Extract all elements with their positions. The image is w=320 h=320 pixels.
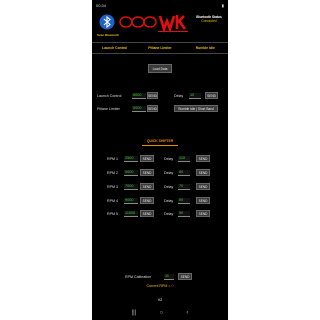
delay-input[interactable]: 70 bbox=[178, 184, 190, 190]
android-nav-bar: ||| ○ ‹ bbox=[92, 306, 228, 320]
rpm-send-button[interactable]: SEND bbox=[140, 210, 154, 217]
version-label: V2 bbox=[157, 298, 163, 302]
delay-send-button[interactable]: SEND bbox=[196, 197, 210, 204]
delay-label: Delay bbox=[164, 185, 174, 189]
rpm-label: RPM 3 bbox=[107, 185, 118, 189]
rpm-send-button[interactable]: SEND bbox=[140, 169, 154, 176]
delay-send-button[interactable]: SEND bbox=[196, 210, 210, 217]
rpm-calibration-send-button[interactable]: SEND bbox=[178, 273, 192, 280]
rpm-input[interactable]: 2500 bbox=[124, 156, 138, 162]
rpm-calibration-input[interactable]: 11 bbox=[164, 274, 174, 280]
delay-send-button[interactable]: SEND bbox=[196, 155, 210, 162]
delay-label: Delay bbox=[164, 157, 174, 161]
delay-input[interactable]: 110 bbox=[178, 156, 190, 162]
rpm-send-button[interactable]: SEND bbox=[140, 183, 154, 190]
rpm-label: RPM 1 bbox=[107, 157, 118, 161]
current-rpm: Current RPM = 0 bbox=[92, 284, 228, 288]
delay-send-button[interactable]: SEND bbox=[196, 183, 210, 190]
delay-label: Delay bbox=[164, 171, 174, 175]
home-icon[interactable]: ○ bbox=[160, 310, 164, 316]
launch-delay-input[interactable]: 10 bbox=[189, 93, 201, 99]
tab-launch-control[interactable]: Launch Control bbox=[92, 43, 137, 53]
quick-shifter-title: QUICK SHIFTER bbox=[146, 139, 174, 143]
load-data-button[interactable]: Load Data bbox=[148, 64, 172, 73]
logo-icon bbox=[119, 15, 188, 34]
bluetooth-icon bbox=[99, 14, 115, 30]
pitlane-send-button[interactable]: SEND bbox=[147, 105, 158, 112]
section-divider bbox=[142, 145, 178, 146]
tab-pitlane-limiter[interactable]: Pitlane Limiter bbox=[137, 43, 182, 53]
current-rpm-value: 0 bbox=[171, 284, 174, 288]
battery-icon: ▮ bbox=[221, 3, 224, 8]
rpm-input[interactable]: 11000 bbox=[124, 211, 138, 217]
status-time: 00:34 bbox=[96, 3, 107, 8]
current-rpm-label: Current RPM = bbox=[146, 284, 171, 288]
rpm-input[interactable]: 5000 bbox=[124, 170, 138, 176]
rpm-label: RPM 2 bbox=[107, 171, 118, 175]
tab-rumble-idle[interactable]: Rumble Idle bbox=[183, 43, 228, 53]
bt-status-value: Connected bbox=[201, 19, 217, 23]
pitlane-limiter-label: Pitlane Limiter bbox=[97, 107, 120, 111]
rpm-input[interactable]: 9000 bbox=[124, 198, 138, 204]
tab-bar: Launch Control Pitlane Limiter Rumble Id… bbox=[92, 42, 228, 54]
app-header: Scan Bluetooth Bluetooth Status Connecte… bbox=[92, 11, 228, 39]
rumble-idle-button[interactable]: Rumble Idle | Short Band bbox=[174, 105, 218, 112]
delay-input[interactable]: 80 bbox=[178, 170, 190, 176]
back-icon[interactable]: ‹ bbox=[186, 310, 188, 316]
status-bar: 00:34 ▮ bbox=[92, 0, 228, 11]
delay-send-button[interactable]: SEND bbox=[196, 169, 210, 176]
launch-delay-label: Delay bbox=[174, 94, 184, 98]
bluetooth-button[interactable] bbox=[96, 13, 118, 31]
rpm-send-button[interactable]: SEND bbox=[140, 155, 154, 162]
bluetooth-status: Bluetooth Status Connected bbox=[192, 15, 226, 23]
rpm-send-button[interactable]: SEND bbox=[140, 197, 154, 204]
launch-delay-send-button[interactable]: SEND bbox=[205, 92, 218, 99]
pitlane-limiter-input[interactable]: 5000 bbox=[132, 106, 146, 112]
launch-control-label: Launch Control bbox=[97, 94, 122, 98]
launch-control-input[interactable]: 6000 bbox=[132, 93, 146, 99]
delay-input[interactable]: 50 bbox=[178, 211, 190, 217]
rpm-label: RPM 4 bbox=[107, 199, 118, 203]
delay-label: Delay bbox=[164, 199, 174, 203]
delay-input[interactable]: 60 bbox=[178, 198, 190, 204]
rpm-calibration-label: RPM Calibration bbox=[125, 275, 152, 279]
recents-icon[interactable]: ||| bbox=[132, 310, 137, 316]
rpm-label: RPM 5 bbox=[107, 212, 118, 216]
phone-screen: 00:34 ▮ Scan Bluetooth Bluetooth Status … bbox=[92, 0, 228, 320]
launch-control-send-button[interactable]: SEND bbox=[147, 92, 158, 99]
delay-label: Delay bbox=[164, 212, 174, 216]
rpm-input[interactable]: 7000 bbox=[124, 184, 138, 190]
